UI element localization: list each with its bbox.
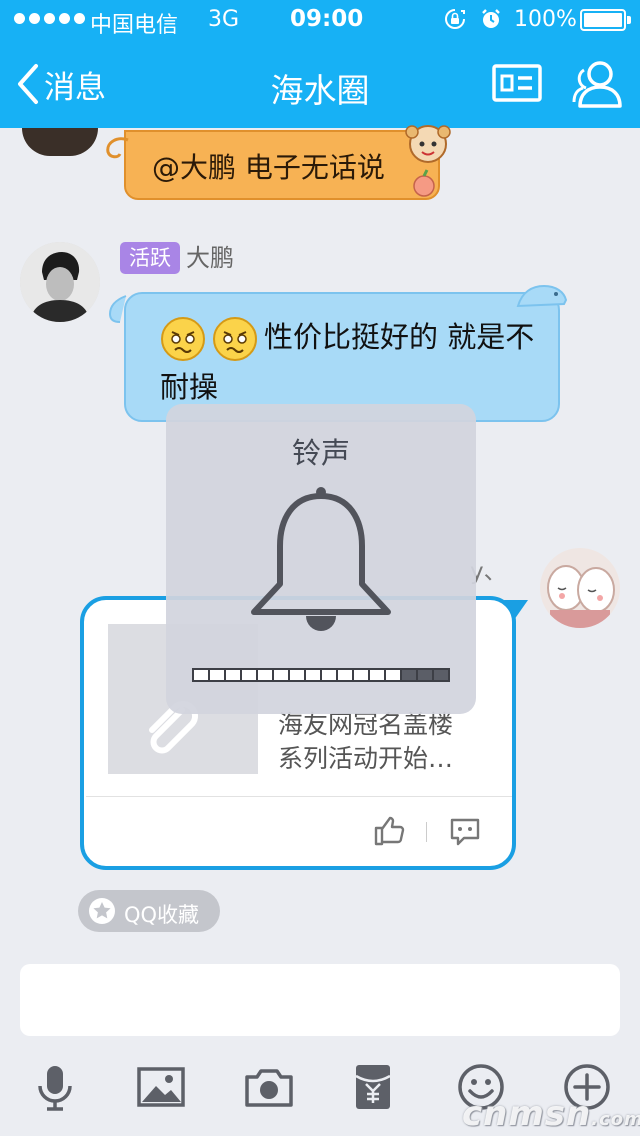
avatar-photo-icon xyxy=(20,242,100,322)
bubble-decoration-icon xyxy=(516,284,568,308)
sender-name[interactable]: 大鹏 xyxy=(186,242,234,274)
top-bar: 中国电信 3G 09:00 100% 消息 海水圈 xyxy=(0,0,640,128)
ringer-volume-overlay: 铃声 xyxy=(166,404,476,714)
orange-chat-bubble[interactable]: @大鹏 电子无话说 xyxy=(124,130,440,200)
emoji-icon xyxy=(161,317,205,361)
microphone-icon[interactable] xyxy=(30,1062,80,1112)
volume-segment xyxy=(290,670,304,680)
signal-strength-icon xyxy=(14,13,85,24)
avatar[interactable] xyxy=(22,128,98,156)
like-icon[interactable] xyxy=(372,814,406,848)
back-button-label: 消息 xyxy=(44,69,106,106)
qq-favorite-label: QQ收藏 xyxy=(124,903,200,927)
avatar-photo-icon xyxy=(540,548,620,628)
card-title-line: 系列活动开始… xyxy=(278,744,454,773)
volume-segment xyxy=(338,670,352,680)
status-bar: 中国电信 3G 09:00 100% xyxy=(0,0,640,40)
back-button[interactable]: 消息 xyxy=(14,62,106,106)
avatar[interactable] xyxy=(20,242,100,322)
star-icon xyxy=(89,898,115,924)
card-title: 海友网冠名盖楼 系列活动开始… xyxy=(278,708,488,776)
volume-segment xyxy=(322,670,336,680)
comment-icon[interactable] xyxy=(448,814,482,848)
profile-card-icon[interactable] xyxy=(490,58,544,110)
overlay-title: 铃声 xyxy=(291,436,350,470)
image-icon[interactable] xyxy=(136,1062,186,1112)
page-title: 海水圈 xyxy=(270,71,370,110)
watermark-suffix: .com xyxy=(591,1109,640,1130)
red-packet-icon[interactable] xyxy=(348,1062,398,1112)
emoji-icon xyxy=(213,317,257,361)
volume-segment xyxy=(434,670,448,680)
volume-segment xyxy=(402,670,416,680)
volume-segment xyxy=(226,670,240,680)
status-time: 09:00 xyxy=(290,6,364,32)
message-text: 性价比挺好的 就是不耐操 xyxy=(160,312,540,412)
volume-segment xyxy=(370,670,384,680)
volume-level-bar xyxy=(192,668,450,682)
battery-icon xyxy=(580,9,631,31)
avatar[interactable] xyxy=(540,548,620,628)
bubble-tail-icon xyxy=(108,295,127,323)
qq-favorite-chip[interactable]: QQ收藏 xyxy=(78,890,220,932)
volume-segment xyxy=(306,670,320,680)
volume-segment xyxy=(194,670,208,680)
navigation-bar: 消息 海水圈 xyxy=(0,40,640,128)
bubble-tail-icon xyxy=(106,137,129,159)
camera-icon[interactable] xyxy=(244,1062,294,1112)
divider xyxy=(426,822,427,842)
volume-segment xyxy=(258,670,272,680)
message-text: @大鹏 电子无话说 xyxy=(152,151,385,184)
volume-segment xyxy=(354,670,368,680)
message-input[interactable] xyxy=(20,964,620,1036)
volume-segment xyxy=(242,670,256,680)
watermark-text: cnmsn xyxy=(462,1094,592,1134)
carrier-name: 中国电信 xyxy=(90,13,179,38)
network-type: 3G xyxy=(208,7,240,32)
volume-segment xyxy=(274,670,288,680)
status-badge: 活跃 xyxy=(120,242,180,274)
watermark: cnmsn.com xyxy=(462,1094,640,1134)
chevron-left-icon xyxy=(18,64,38,104)
battery-percentage: 100% xyxy=(514,7,577,32)
volume-segment xyxy=(418,670,432,680)
monkey-sticker-icon xyxy=(405,125,451,197)
rotation-lock-icon xyxy=(445,9,465,29)
card-divider xyxy=(86,796,512,797)
alarm-icon xyxy=(482,9,500,28)
volume-segment xyxy=(386,670,400,680)
volume-segment xyxy=(210,670,224,680)
group-members-icon[interactable] xyxy=(570,58,624,110)
bell-icon xyxy=(251,487,391,631)
